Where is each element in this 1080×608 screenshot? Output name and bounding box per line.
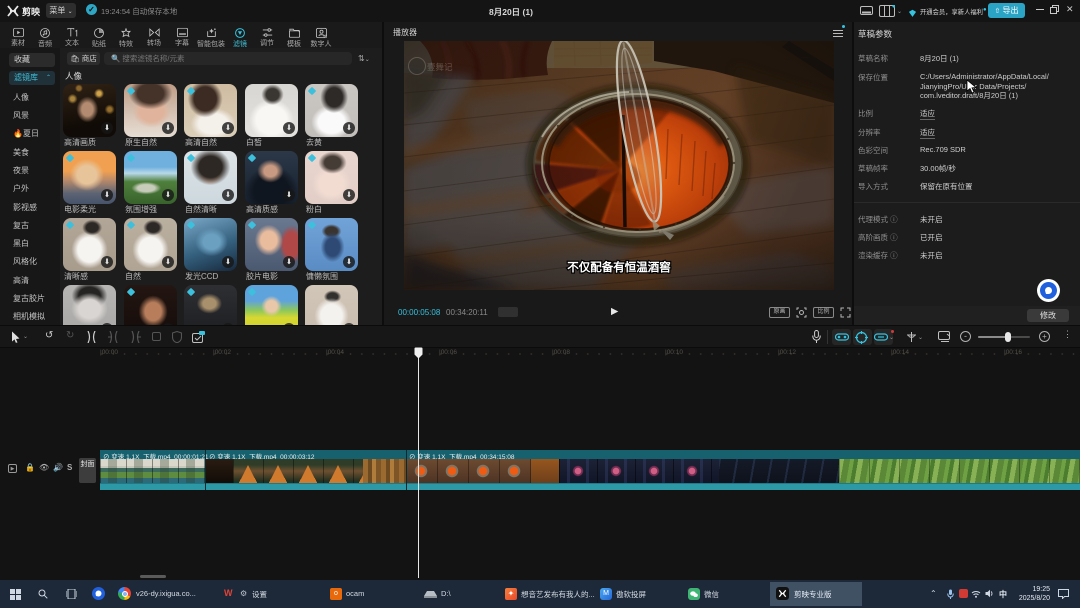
svg-text:壹舞记: 壹舞记: [427, 62, 453, 72]
svg-text:不仅配备有恒温酒窖: 不仅配备有恒温酒窖: [567, 260, 671, 274]
